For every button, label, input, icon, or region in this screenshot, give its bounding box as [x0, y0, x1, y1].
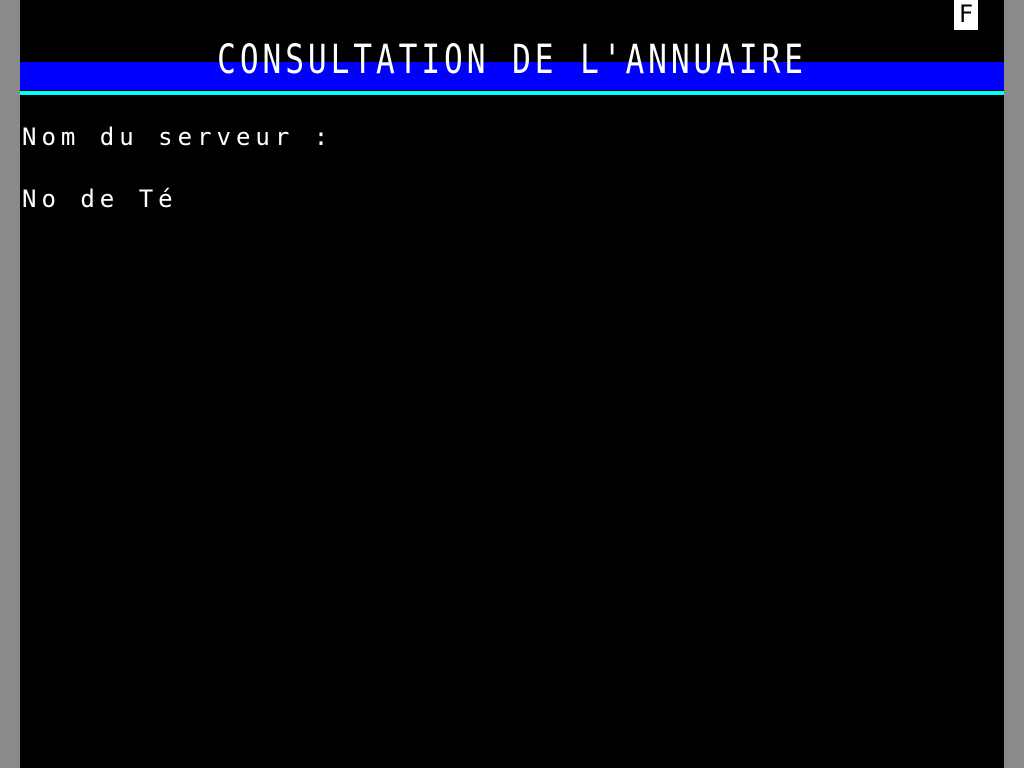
terminal-screen: F CONSULTATION DE L'ANNUAIRE Nom du serv… — [20, 0, 1004, 768]
header-rule — [20, 91, 1004, 95]
phone-number-label: No de Té — [22, 185, 178, 213]
status-indicator-badge: F — [954, 0, 978, 30]
page-title: CONSULTATION DE L'ANNUAIRE — [20, 34, 1004, 86]
page-title-text: CONSULTATION DE L'ANNUAIRE — [217, 37, 807, 83]
server-name-label: Nom du serveur : — [22, 123, 334, 151]
